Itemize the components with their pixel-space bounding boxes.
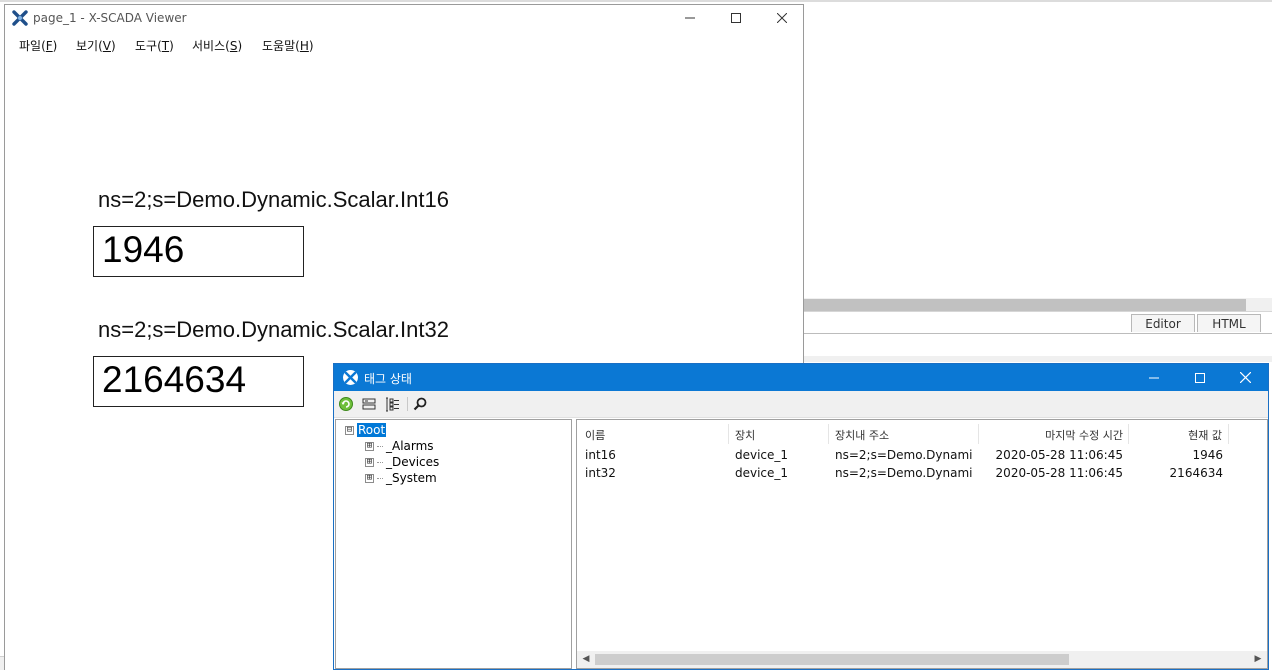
tree-node-label[interactable]: Root <box>355 422 388 438</box>
menu-service[interactable]: 서비스(S) <box>192 37 242 54</box>
refresh-icon <box>339 397 353 411</box>
tree-connector <box>377 477 383 479</box>
tag-status-titlebar[interactable]: 태그 상태 <box>334 364 1268 391</box>
tag-value-int32: 2164634 <box>93 356 304 407</box>
tag-maximize-button[interactable] <box>1177 364 1223 391</box>
maximize-icon <box>1195 372 1205 383</box>
tree-node-root[interactable]: ⊟ Root <box>345 422 388 438</box>
minimize-icon <box>685 17 695 19</box>
collapse-button[interactable] <box>359 395 379 413</box>
minimize-icon <box>1149 377 1159 378</box>
close-icon <box>777 13 787 23</box>
tag-list-view[interactable]: 이름 장치 장치내 주소 마지막 수정 시간 현재 값 int16 device… <box>576 419 1268 669</box>
menu-bar: 파일(F) 보기(V) 도구(T) 서비스(S) 도움말(H) <box>5 31 803 59</box>
scrollbar-thumb[interactable] <box>804 299 1246 311</box>
viewer-title: page_1 - X-SCADA Viewer <box>33 11 187 25</box>
cell-address: ns=2;s=Demo.Dynami... <box>835 448 973 462</box>
tree-node-system[interactable]: ⊞ _System <box>365 470 438 486</box>
minimize-button[interactable] <box>667 5 713 31</box>
column-header-address[interactable]: 장치내 주소 <box>829 424 979 444</box>
tag-status-toolbar <box>334 391 1268 418</box>
menu-tools[interactable]: 도구(T) <box>135 37 174 54</box>
background-window-edge <box>0 0 1272 2</box>
background-tab-strip: Editor HTML <box>804 312 1272 334</box>
menu-help[interactable]: 도움말(H) <box>262 37 314 54</box>
tree-node-label[interactable]: _Alarms <box>385 439 435 453</box>
tag-status-window: 태그 상태 ⊟ Root ⊞ _Alarms ⊞ _Devices ⊞ _Sys… <box>333 363 1269 670</box>
tree-expand-icon[interactable]: ⊞ <box>365 473 374 483</box>
tag-minimize-button[interactable] <box>1131 364 1177 391</box>
tree-node-devices[interactable]: ⊞ _Devices <box>365 454 440 470</box>
list-header: 이름 장치 장치내 주소 마지막 수정 시간 현재 값 <box>577 420 1267 446</box>
column-header-current-value[interactable]: 현재 값 <box>1129 424 1229 444</box>
background-panel-edge <box>804 356 1272 362</box>
cell-current-value: 1946 <box>1192 448 1223 462</box>
expand-tree-button[interactable] <box>382 395 402 413</box>
cell-name: int32 <box>585 466 616 480</box>
column-header-device[interactable]: 장치 <box>729 424 829 444</box>
maximize-button[interactable] <box>713 5 759 31</box>
tag-close-button[interactable] <box>1222 364 1268 391</box>
menu-view[interactable]: 보기(V) <box>76 37 116 54</box>
tag-value-int16: 1946 <box>93 226 304 277</box>
cell-modified-time: 2020-05-28 11:06:45 <box>995 466 1123 480</box>
table-row[interactable]: int16 device_1 ns=2;s=Demo.Dynami... 202… <box>577 447 1267 465</box>
cell-name: int16 <box>585 448 616 462</box>
tag-label-int16: ns=2;s=Demo.Dynamic.Scalar.Int16 <box>98 187 449 212</box>
refresh-button[interactable] <box>336 395 356 413</box>
scroll-left-icon[interactable]: ◀ <box>579 653 593 666</box>
tag-status-title: 태그 상태 <box>364 372 412 386</box>
toolbar-separator <box>407 397 408 411</box>
tree-node-alarms[interactable]: ⊞ _Alarms <box>365 438 435 454</box>
tree-connector <box>377 445 383 447</box>
x-scada-logo-icon <box>12 10 28 26</box>
close-icon <box>1239 372 1251 383</box>
scrollbar-thumb[interactable] <box>595 654 1069 665</box>
tag-label-int32: ns=2;s=Demo.Dynamic.Scalar.Int32 <box>98 317 449 342</box>
background-horizontal-scrollbar[interactable] <box>804 298 1272 312</box>
tree-node-label[interactable]: _System <box>385 471 438 485</box>
cell-device: device_1 <box>735 448 789 462</box>
cell-device: device_1 <box>735 466 789 480</box>
scroll-right-icon[interactable]: ▶ <box>1251 653 1265 666</box>
search-button[interactable] <box>410 395 430 413</box>
column-header-name[interactable]: 이름 <box>577 424 729 444</box>
search-icon <box>413 397 427 411</box>
expand-tree-icon <box>385 397 399 411</box>
cell-current-value: 2164634 <box>1169 466 1223 480</box>
tab-html[interactable]: HTML <box>1197 314 1261 332</box>
tree-connector <box>377 461 383 463</box>
column-header-modified-time[interactable]: 마지막 수정 시간 <box>979 424 1129 444</box>
tree-node-label[interactable]: _Devices <box>385 455 440 469</box>
list-horizontal-scrollbar[interactable]: ◀ ▶ <box>577 651 1267 668</box>
table-row[interactable]: int32 device_1 ns=2;s=Demo.Dynami... 202… <box>577 465 1267 483</box>
maximize-icon <box>731 13 741 23</box>
tree-expand-icon[interactable]: ⊞ <box>365 441 374 451</box>
cell-modified-time: 2020-05-28 11:06:45 <box>995 448 1123 462</box>
viewer-titlebar[interactable]: page_1 - X-SCADA Viewer <box>5 5 803 31</box>
tree-collapse-icon[interactable]: ⊟ <box>345 425 354 435</box>
cell-address: ns=2;s=Demo.Dynami... <box>835 466 973 480</box>
tag-status-app-icon <box>343 370 358 385</box>
tree-expand-icon[interactable]: ⊞ <box>365 457 374 467</box>
tag-tree[interactable]: ⊟ Root ⊞ _Alarms ⊞ _Devices ⊞ _System <box>335 419 572 669</box>
tab-editor[interactable]: Editor <box>1131 314 1195 332</box>
collapse-icon <box>362 398 376 410</box>
close-button[interactable] <box>759 5 805 31</box>
menu-file[interactable]: 파일(F) <box>19 37 57 54</box>
